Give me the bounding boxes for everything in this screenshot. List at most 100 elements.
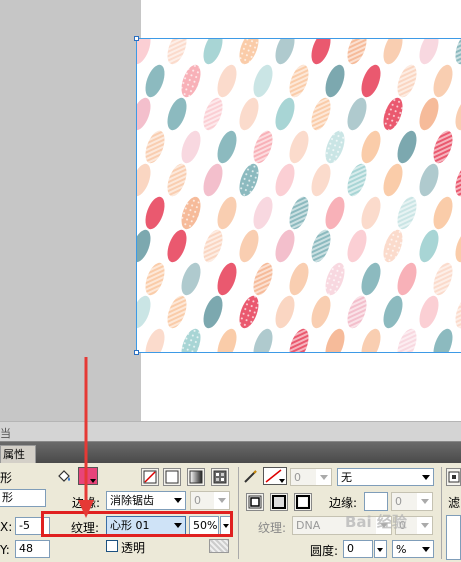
pattern-oval <box>289 130 309 164</box>
stroke-center-button[interactable] <box>270 493 288 511</box>
stroke-outside-button[interactable] <box>294 493 312 511</box>
tab-properties[interactable]: 属性 <box>0 445 36 464</box>
section-divider <box>441 467 442 559</box>
pattern-oval <box>347 97 367 131</box>
pencil-icon[interactable] <box>243 468 259 484</box>
stroke-color-swatch[interactable] <box>263 467 287 485</box>
pattern-oval-texture <box>181 328 201 352</box>
solid-fill-button[interactable] <box>163 468 181 486</box>
pattern-oval <box>275 295 295 329</box>
chevron-down-icon <box>214 492 229 509</box>
pattern-oval <box>311 295 331 329</box>
stroke-edge-label: 边缘: <box>329 496 358 510</box>
pattern-oval-texture <box>347 163 367 197</box>
pattern-oval <box>203 163 223 197</box>
pattern-oval <box>311 38 331 65</box>
stroke-texture-value: DNA <box>296 519 321 532</box>
pattern-filled-rectangle[interactable] <box>137 38 461 352</box>
pattern-oval <box>347 229 367 263</box>
pattern-oval <box>137 38 151 65</box>
pattern-oval-texture <box>311 97 331 131</box>
pattern-oval <box>275 38 295 65</box>
y-position-field[interactable]: 48 <box>15 540 50 558</box>
pattern-oval-texture <box>253 130 273 164</box>
pattern-oval <box>217 64 237 98</box>
pattern-oval-texture <box>455 38 461 65</box>
paint-bucket-icon[interactable] <box>56 468 72 484</box>
pattern-oval <box>203 38 223 65</box>
stroke-edge-field[interactable] <box>364 492 388 511</box>
stroke-inside-button[interactable] <box>246 493 264 511</box>
fill-edge-dropdown[interactable]: 消除锯齿 <box>106 491 186 510</box>
pattern-oval-texture <box>167 38 187 65</box>
pattern-oval <box>325 328 345 352</box>
roundness-field[interactable]: 0 <box>343 540 373 558</box>
pattern-oval-texture <box>397 64 417 98</box>
pattern-oval <box>289 262 309 296</box>
pattern-options-icon[interactable] <box>209 539 229 553</box>
pattern-oval-texture <box>433 130 453 164</box>
pattern-oval-texture <box>433 262 453 296</box>
pattern-oval <box>383 163 403 197</box>
transparent-label: 透明 <box>121 541 146 555</box>
pattern-oval <box>145 328 165 352</box>
shape-name-field[interactable]: 形 <box>0 489 46 507</box>
pattern-oval-texture <box>145 262 165 296</box>
pattern-oval <box>275 163 295 197</box>
pattern-oval <box>361 130 381 164</box>
pattern-oval <box>361 196 381 230</box>
no-fill-button[interactable] <box>141 468 159 486</box>
pattern-oval <box>419 163 439 197</box>
pattern-oval <box>203 295 223 329</box>
pattern-oval <box>181 130 201 164</box>
chevron-down-icon <box>417 493 432 510</box>
pattern-oval <box>181 262 201 296</box>
pattern-oval-texture <box>203 97 223 131</box>
roundness-arrow[interactable] <box>374 540 387 558</box>
roundness-unit-dropdown[interactable]: % <box>392 540 434 558</box>
gradient-fill-button[interactable] <box>187 468 205 486</box>
pattern-oval <box>455 97 461 131</box>
stroke-style-value: 无 <box>341 471 352 484</box>
pattern-oval <box>217 130 237 164</box>
pattern-oval-texture <box>383 97 403 131</box>
pattern-oval-texture <box>145 130 165 164</box>
pattern-oval <box>383 38 403 65</box>
pattern-oval <box>455 229 461 263</box>
pattern-oval <box>361 328 381 352</box>
pattern-oval-texture <box>311 229 331 263</box>
pattern-oval <box>217 262 237 296</box>
filters-list[interactable] <box>446 515 461 560</box>
roundness-value: 0 <box>347 542 354 555</box>
watermark-text: Bai 经验 <box>345 513 407 531</box>
pattern-oval <box>253 196 273 230</box>
pattern-oval <box>167 97 187 131</box>
pattern-oval <box>419 229 439 263</box>
pattern-oval-texture <box>167 295 187 329</box>
pattern-oval-texture <box>383 229 403 263</box>
chevron-down-icon <box>418 541 433 557</box>
pattern-oval <box>361 262 381 296</box>
fill-edge-value: 消除锯齿 <box>110 494 154 507</box>
stroke-style-dropdown[interactable]: 无 <box>337 468 434 486</box>
transparent-checkbox[interactable] <box>106 540 118 552</box>
shape-name-value: 形 <box>2 491 13 504</box>
pattern-oval <box>433 196 453 230</box>
pattern-oval-texture <box>289 196 309 230</box>
y-label: Y: <box>0 543 10 557</box>
chevron-down-icon <box>170 492 185 509</box>
pattern-oval-texture <box>347 38 367 65</box>
pattern-fill-button[interactable] <box>211 468 229 486</box>
pattern-oval <box>397 262 417 296</box>
pattern-oval <box>253 328 273 352</box>
roundness-label: 圆度: <box>310 544 339 558</box>
section-divider <box>238 467 239 559</box>
pattern-oval <box>167 229 187 263</box>
fill-color-swatch[interactable] <box>78 467 98 485</box>
filters-button[interactable] <box>446 468 461 486</box>
pattern-oval <box>383 295 403 329</box>
pattern-oval <box>419 97 439 131</box>
pattern-oval-texture <box>325 262 345 296</box>
properties-panel: 形 形 X: -5 Y: 48 边缘: 消除锯齿 0 纹理: 心形 01 50%… <box>0 463 461 562</box>
pattern-oval-texture <box>325 130 345 164</box>
